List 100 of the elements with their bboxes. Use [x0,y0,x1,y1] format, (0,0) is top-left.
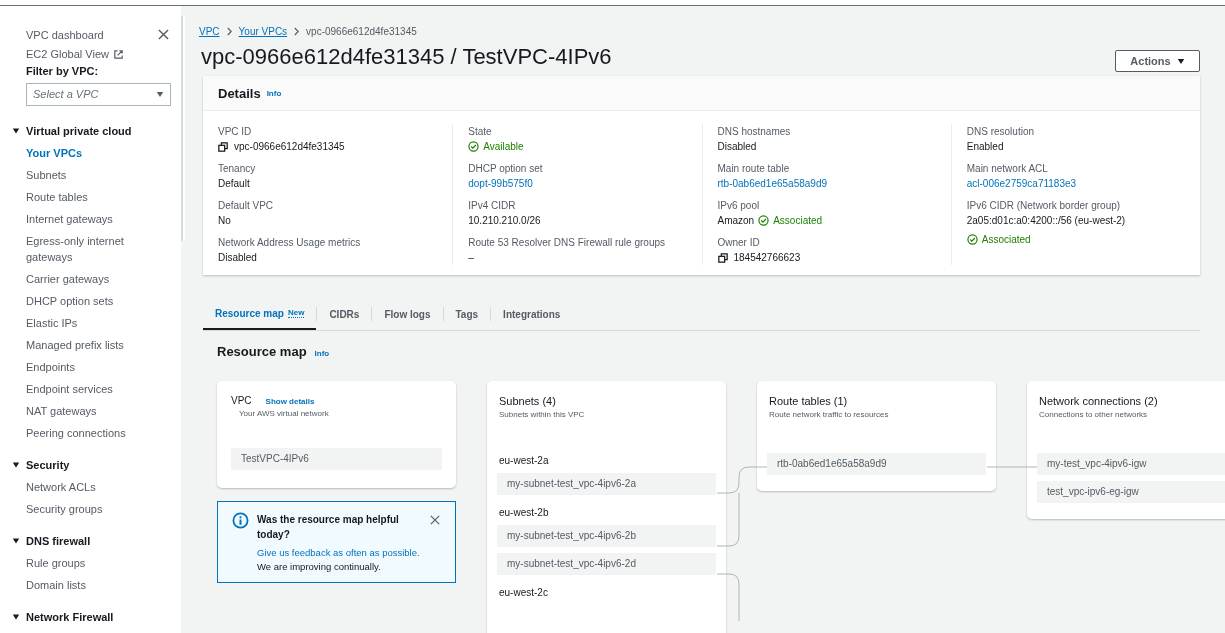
section-title[interactable]: DNS firewall [26,535,91,547]
nav-link[interactable]: Domain lists [26,574,171,596]
info-icon [232,512,249,529]
page-title: vpc-0966e612d4fe31345 / TestVPC-4IPv6 [201,43,612,71]
card-title: Subnets (4) [498,395,557,407]
resource-item[interactable]: my-subnet-test_vpc-4ipv6-2a [497,473,716,495]
feedback-link[interactable]: Give us feedback as often as possible. [257,547,420,558]
nav-link[interactable]: Your VPCs [26,142,171,164]
external-link-icon [112,48,124,60]
resource-item[interactable]: test_vpc-ipv6-eg-igw [1037,481,1225,503]
field-value: Disabled [717,140,757,154]
alert-message: Give us feedback as often as possible. We are improving continually. [257,546,421,574]
tab[interactable]: Flow logs [372,298,443,330]
field-label: Main network ACL [966,162,1049,176]
tab[interactable]: Tags [443,298,491,330]
chevron-right-icon [293,26,301,36]
field-value: 10.210.210.0/26 [468,214,541,228]
caret-down-icon [156,90,164,98]
tab[interactable]: CIDRs [317,298,372,330]
nav-link[interactable]: Subnets [26,164,171,186]
nav-link[interactable]: Endpoints [26,356,171,378]
caret-down-icon [1176,57,1185,65]
nav-link[interactable]: Network ACLs [26,476,171,498]
resource-item[interactable]: my-subnet-test_vpc-4ipv6-2b [497,525,716,547]
field-link[interactable]: rtb-0ab6ed1e65a58a9d9 [717,176,828,191]
nav-link[interactable]: NAT gateways [26,400,171,422]
caret-icon[interactable] [12,461,20,469]
nav-link[interactable]: Peering connections [26,422,171,444]
field-value: – [468,251,474,265]
nav-link[interactable]: Route tables [26,186,171,208]
tab[interactable]: Integrations [491,298,573,330]
field-label: State [468,125,493,139]
nav-link[interactable]: Internet gateways [26,208,171,230]
info-link[interactable]: Info [266,88,282,98]
resource-item[interactable]: rtb-0ab6ed1e65a58a9d9 [767,453,986,475]
section-title[interactable]: Virtual private cloud [26,125,132,137]
field-label: Network Address Usage metrics [218,236,362,250]
field-label: IPv4 CIDR [468,199,517,213]
field-label: DNS hostnames [717,125,792,139]
check-circle-icon [468,141,480,152]
breadcrumb-link[interactable]: Your VPCs [238,25,288,37]
zone-label: eu-west-2c [498,586,549,600]
actions-button[interactable]: Actions [1115,50,1200,72]
resource-item[interactable]: my-test_vpc-4ipv6-igw [1037,453,1225,475]
nav-link[interactable]: EC2 Global View [26,48,109,61]
field-label: Owner ID [717,236,761,250]
info-link[interactable]: Info [314,349,330,358]
connector-line [716,573,740,621]
caret-icon[interactable] [12,127,20,135]
nav-link[interactable]: Endpoint services [26,378,171,400]
resource-item[interactable]: TestVPC-4IPv6 [231,448,442,470]
section-title[interactable]: Network Firewall [26,611,114,623]
zone-label: eu-west-2a [498,454,550,468]
card-subtitle: Route network traffic to resources [768,410,890,419]
status-text: Associated [981,233,1031,247]
status-text: Available [483,140,524,154]
nav-link[interactable]: Security groups [26,498,171,520]
close-icon[interactable] [158,29,169,41]
field-label: IPv6 CIDR (Network border group) [966,199,1122,213]
field-label: Main route table [717,162,791,176]
field-link[interactable]: dopt-99b575f0 [468,176,533,191]
card-title: Network connections (2) [1038,395,1159,407]
caret-icon[interactable] [12,613,20,621]
copy-icon[interactable] [717,252,728,263]
breadcrumb-link[interactable]: VPC [199,25,220,37]
field-label: VPC ID [218,125,253,139]
resource-item[interactable]: my-subnet-test_vpc-4ipv6-2d [497,553,716,575]
card-title: Route tables (1) [768,395,849,407]
field-label: Default VPC [218,199,275,213]
nav-link[interactable]: Egress-only internet gateways [26,230,171,268]
field-link[interactable]: acl-006e2759ca71183e3 [966,176,1077,191]
card-subtitle: Connections to other networks [1038,410,1149,419]
nav-link[interactable]: Carrier gateways [26,268,171,290]
nav-link[interactable]: Elastic IPs [26,312,171,334]
status-text: Associated [773,214,823,228]
connector-line [986,466,1038,468]
nav-link[interactable]: VPC dashboard [26,28,104,41]
card-title: VPC [231,395,252,406]
close-icon[interactable] [430,515,440,525]
check-circle-icon [966,234,978,245]
field-value: Default [218,177,250,191]
chevron-right-icon [225,26,233,36]
nav-link[interactable]: Rule groups [26,552,171,574]
show-details-link[interactable]: Show details [265,397,315,406]
card-subtitle: Your AWS virtual network [238,409,330,418]
vpc-select[interactable]: Select a VPC [26,82,171,106]
field-value: No [218,214,231,228]
nav-link[interactable]: DHCP option sets [26,290,171,312]
field-label: Route 53 Resolver DNS Firewall rule groups [468,236,666,250]
zone-label: eu-west-2b [498,506,550,520]
copy-icon[interactable] [218,141,228,152]
card-subtitle: Subnets within this VPC [498,410,586,419]
field-value: vpc-0966e612d4fe31345 [234,140,345,154]
caret-icon[interactable] [12,537,20,545]
panel-title: Details [218,85,261,101]
tab[interactable]: Resource map New [203,298,317,330]
field-label: DHCP option set [468,162,544,176]
field-label: IPv6 pool [717,199,761,213]
section-title[interactable]: Security [26,459,70,471]
nav-link[interactable]: Managed prefix lists [26,334,171,356]
